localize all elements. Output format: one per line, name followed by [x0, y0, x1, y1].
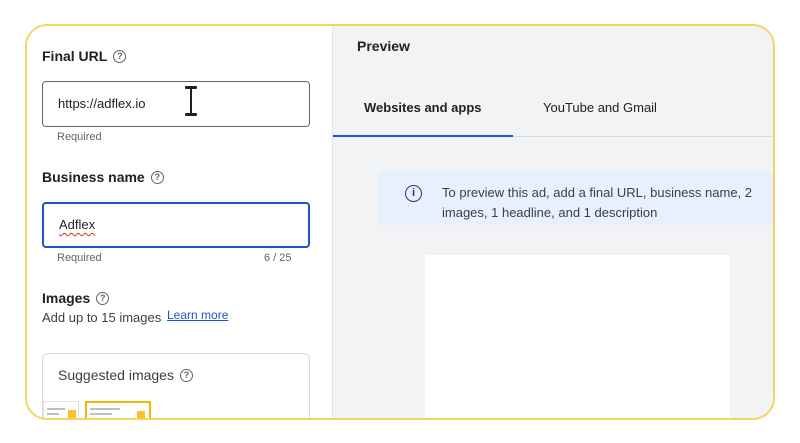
business-name-hint: Required	[57, 252, 102, 264]
help-circle-icon[interactable]: ?	[150, 170, 164, 184]
final-url-input[interactable]: https://adflex.io	[42, 81, 310, 127]
preview-panel: Preview Websites and apps YouTube and Gm…	[332, 26, 773, 418]
preview-title: Preview	[357, 38, 410, 54]
final-url-label: Final URL ?	[42, 48, 127, 64]
final-url-value[interactable]: https://adflex.io	[58, 82, 145, 126]
learn-more-link[interactable]: Learn more	[167, 308, 228, 322]
business-name-label: Business name ?	[42, 169, 164, 185]
active-tab-indicator	[333, 135, 513, 137]
ad-editor-frame: Final URL ? https://adflex.io Required B…	[25, 24, 775, 420]
ad-preview-card	[425, 255, 730, 418]
final-url-hint: Required	[57, 131, 102, 143]
help-circle-icon[interactable]: ?	[179, 368, 193, 382]
help-circle-icon[interactable]: ?	[113, 49, 127, 63]
tab-websites-and-apps[interactable]: Websites and apps	[364, 100, 482, 115]
suggested-image-thumbnail[interactable]	[43, 401, 79, 418]
business-name-value[interactable]: Adflex	[59, 203, 95, 247]
help-circle-icon[interactable]: ?	[96, 291, 110, 305]
suggested-images-panel: Suggested images ?	[42, 353, 310, 418]
tab-youtube-and-gmail[interactable]: YouTube and Gmail	[543, 100, 657, 115]
text-cursor-icon	[185, 86, 197, 116]
business-name-input[interactable]: Adflex	[42, 202, 310, 248]
info-icon: i	[405, 185, 422, 202]
preview-info-message: To preview this ad, add a final URL, bus…	[442, 185, 753, 220]
images-subtitle: Add up to 15 images	[42, 310, 162, 325]
preview-tabs: Websites and apps YouTube and Gmail	[333, 84, 773, 137]
suggested-image-thumbnail-selected[interactable]	[85, 401, 151, 418]
suggested-images-title: Suggested images ?	[58, 367, 193, 383]
business-name-count: 6 / 25	[264, 252, 292, 264]
images-label: Images ?	[42, 290, 110, 306]
preview-info-banner: i To preview this ad, add a final URL, b…	[378, 171, 773, 225]
form-panel: Final URL ? https://adflex.io Required B…	[27, 26, 332, 418]
